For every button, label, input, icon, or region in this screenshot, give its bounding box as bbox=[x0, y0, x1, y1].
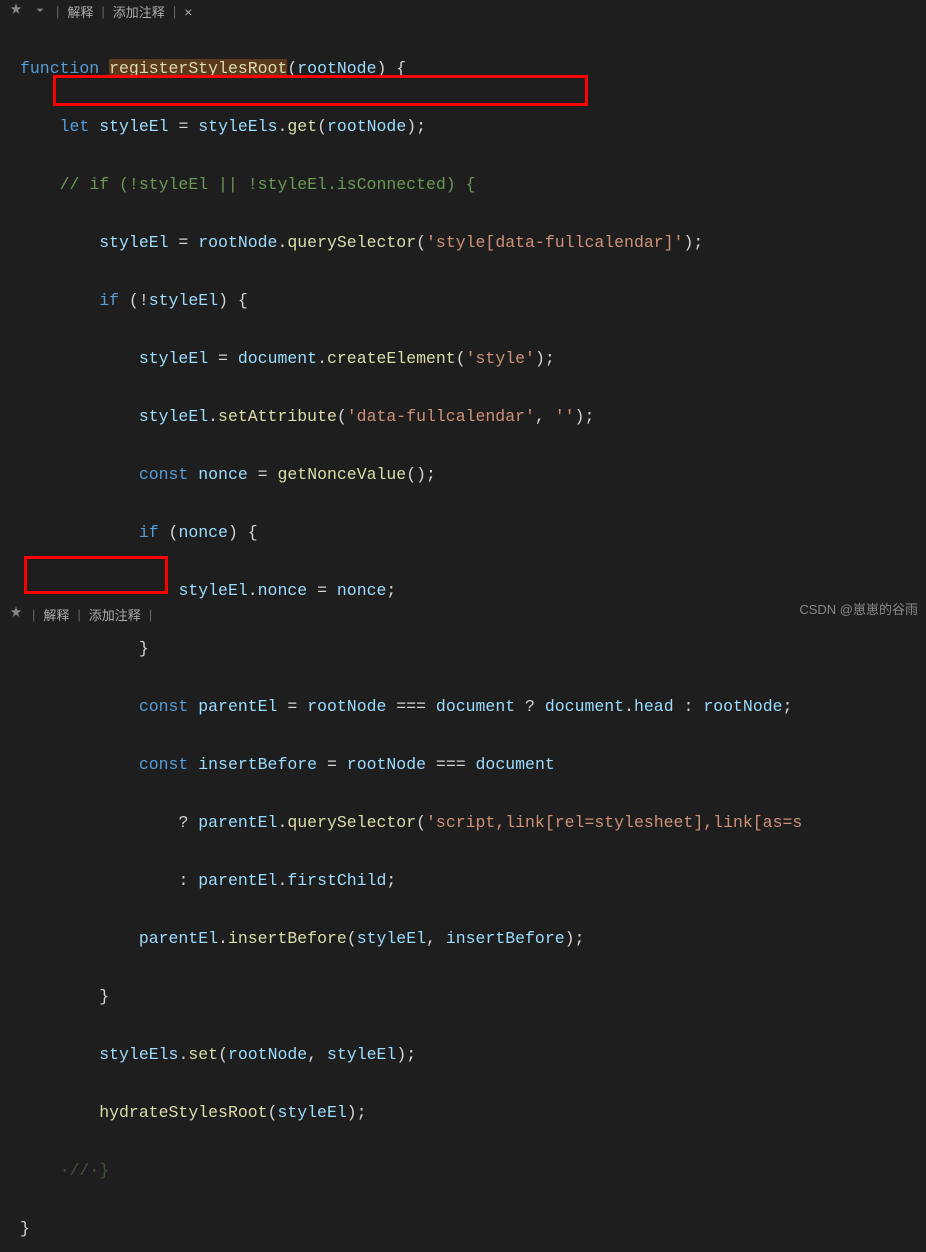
separator: | bbox=[56, 4, 59, 19]
code-line: } bbox=[20, 634, 926, 663]
code-line: ? parentEl.querySelector('script,link[re… bbox=[20, 808, 926, 837]
explain-action[interactable]: 解释 bbox=[67, 2, 93, 21]
watermark: CSDN @崽崽的谷雨 bbox=[799, 599, 918, 618]
code-line: // if (!styleEl || !styleEl.isConnected)… bbox=[20, 170, 926, 199]
code-line: if (!styleEl) { bbox=[20, 286, 926, 315]
code-line: let styleEl = styleEls.get(rootNode); bbox=[20, 112, 926, 141]
code-line: styleEl.setAttribute('data-fullcalendar'… bbox=[20, 402, 926, 431]
code-line: : parentEl.firstChild; bbox=[20, 866, 926, 895]
separator: | bbox=[77, 607, 80, 622]
code-line: const nonce = getNonceValue(); bbox=[20, 460, 926, 489]
code-line: if (nonce) { bbox=[20, 518, 926, 547]
separator: | bbox=[32, 607, 35, 622]
close-icon[interactable]: × bbox=[184, 4, 192, 20]
code-editor[interactable]: function registerStylesRoot(rootNode) { … bbox=[0, 23, 926, 1252]
code-line: ·//·} bbox=[20, 1156, 926, 1185]
code-line: } bbox=[20, 982, 926, 1011]
annotate-action[interactable]: 添加注释 bbox=[113, 2, 165, 21]
code-line: function registerStylesRoot(rootNode) { bbox=[20, 54, 926, 83]
code-line: styleEl = rootNode.querySelector('style[… bbox=[20, 228, 926, 257]
code-line: hydrateStylesRoot(styleEl); bbox=[20, 1098, 926, 1127]
code-line: styleEl.nonce = nonce; bbox=[20, 576, 926, 605]
separator: | bbox=[149, 607, 152, 622]
explain-action-bottom[interactable]: 解释 bbox=[43, 605, 69, 624]
separator: | bbox=[101, 4, 104, 19]
annotate-action-bottom[interactable]: 添加注释 bbox=[89, 605, 141, 624]
bottom-code-lens: | 解释 | 添加注释 | bbox=[0, 603, 160, 626]
code-line: const parentEl = rootNode === document ?… bbox=[20, 692, 926, 721]
chevron-down-icon[interactable] bbox=[32, 2, 48, 21]
code-lens-toolbar: | 解释 | 添加注释 | × bbox=[0, 0, 926, 23]
code-line: } bbox=[20, 1214, 926, 1243]
code-line: styleEls.set(rootNode, styleEl); bbox=[20, 1040, 926, 1069]
code-line: const insertBefore = rootNode === docume… bbox=[20, 750, 926, 779]
ai-icon bbox=[8, 2, 24, 21]
ai-icon bbox=[8, 605, 24, 624]
code-line: styleEl = document.createElement('style'… bbox=[20, 344, 926, 373]
separator: | bbox=[173, 4, 176, 19]
code-line: parentEl.insertBefore(styleEl, insertBef… bbox=[20, 924, 926, 953]
